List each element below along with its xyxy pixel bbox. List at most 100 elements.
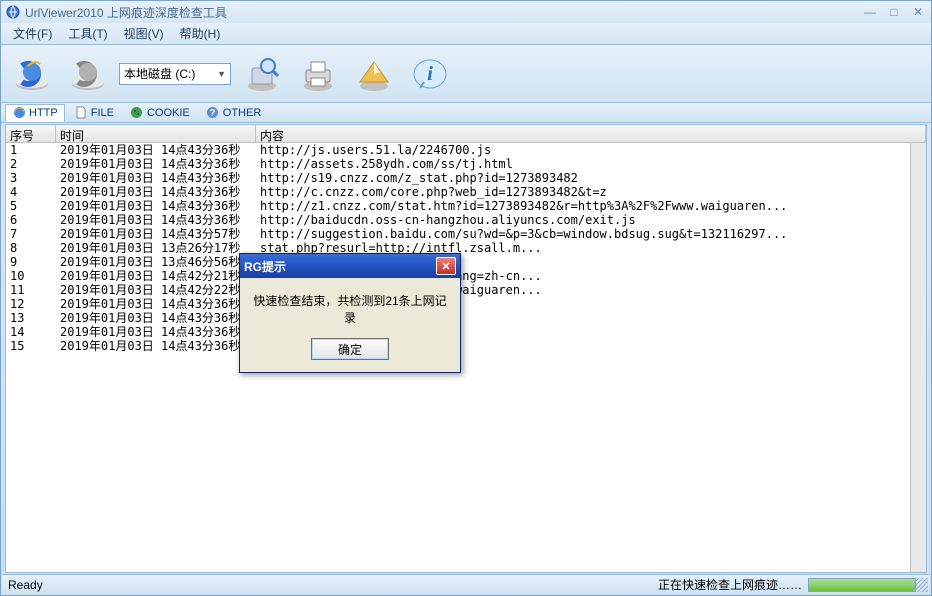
cell-time: 2019年01月03日 14点43分36秒 [56, 185, 256, 199]
col-index[interactable]: 序号 [6, 125, 56, 142]
cell-index: 13 [6, 311, 56, 325]
cell-time: 2019年01月03日 14点43分36秒 [56, 311, 256, 325]
cell-url: http://z1.cnzz.com/stat.htm?id=127389348… [256, 199, 926, 213]
cell-url: http://suggestion.baidu.com/su?wd=&p=3&c… [256, 227, 926, 241]
col-content[interactable]: 内容 [256, 125, 926, 142]
table-row[interactable]: 92019年01月03日 13点46分56秒 cab [6, 255, 926, 269]
table-row[interactable]: 102019年01月03日 14点42分21秒 1546497741330&rl… [6, 269, 926, 283]
tab-http-label: HTTP [29, 107, 58, 119]
cell-time: 2019年01月03日 14点43分36秒 [56, 213, 256, 227]
drive-select-value: 本地磁盘 (C:) [124, 65, 195, 82]
cell-index: 1 [6, 143, 56, 157]
svg-text:?: ? [210, 108, 216, 119]
maximize-button[interactable]: □ [885, 5, 903, 19]
cell-index: 11 [6, 283, 56, 297]
menubar: 文件(F) 工具(T) 视图(V) 帮助(H) [1, 23, 931, 45]
url-table: 序号 时间 内容 12019年01月03日 14点43分36秒http://js… [5, 124, 927, 573]
export-button[interactable] [349, 49, 399, 99]
table-row[interactable]: 82019年01月03日 13点26分17秒 stat.php?resurl=h… [6, 241, 926, 255]
table-row[interactable]: 42019年01月03日 14点43分36秒http://c.cnzz.com/… [6, 185, 926, 199]
table-row[interactable]: 142019年01月03日 14点43分36秒 t.js [6, 325, 926, 339]
cell-index: 2 [6, 157, 56, 171]
table-row[interactable]: 152019年01月03日 14点43分36秒 [6, 339, 926, 353]
cell-index: 8 [6, 241, 56, 255]
cell-index: 9 [6, 255, 56, 269]
scan-ie-button[interactable] [7, 49, 57, 99]
cell-index: 12 [6, 297, 56, 311]
tab-file[interactable]: FILE [67, 104, 121, 122]
progress-fill [809, 579, 915, 591]
resize-grip[interactable] [914, 578, 928, 592]
info-button[interactable]: i [405, 49, 455, 99]
drive-select[interactable]: 本地磁盘 (C:) ▼ [119, 63, 231, 85]
table-row[interactable]: 62019年01月03日 14点43分36秒http://baiducdn.os… [6, 213, 926, 227]
cell-time: 2019年01月03日 14点43分36秒 [56, 157, 256, 171]
cell-time: 2019年01月03日 14点43分36秒 [56, 143, 256, 157]
svg-text:i: i [427, 63, 433, 85]
cell-time: 2019年01月03日 14点43分36秒 [56, 297, 256, 311]
cell-index: 7 [6, 227, 56, 241]
dialog-titlebar[interactable]: RG提示 ✕ [240, 254, 460, 278]
table-row[interactable]: 112019年01月03日 14点42分22秒 3893482&r=http%3… [6, 283, 926, 297]
chevron-down-icon: ▼ [217, 69, 226, 79]
search-button[interactable] [237, 49, 287, 99]
cell-index: 3 [6, 171, 56, 185]
file-icon [74, 106, 88, 120]
dialog-title-text: RG提示 [244, 258, 286, 275]
cell-time: 2019年01月03日 13点46分56秒 [56, 255, 256, 269]
progress-bar [808, 578, 916, 592]
minimize-button[interactable]: — [861, 5, 879, 19]
status-message: 正在快速检查上网痕迹…… [658, 576, 802, 593]
menu-tools[interactable]: 工具(T) [62, 23, 113, 44]
cookie-icon [130, 106, 144, 120]
table-body: 12019年01月03日 14点43分36秒http://js.users.51… [6, 143, 926, 353]
print-button[interactable] [293, 49, 343, 99]
toolbar: 本地磁盘 (C:) ▼ i [1, 45, 931, 103]
table-row[interactable]: 32019年01月03日 14点43分36秒http://s19.cnzz.co… [6, 171, 926, 185]
table-row[interactable]: 72019年01月03日 14点43分57秒http://suggestion.… [6, 227, 926, 241]
table-header: 序号 时间 内容 [6, 125, 926, 143]
cell-index: 4 [6, 185, 56, 199]
status-right: 正在快速检查上网痕迹…… [658, 576, 930, 593]
cell-url: http://c.cnzz.com/core.php?web_id=127389… [256, 185, 926, 199]
tab-cookie-label: COOKIE [147, 107, 190, 119]
tab-cookie[interactable]: COOKIE [123, 104, 197, 122]
cell-time: 2019年01月03日 14点42分22秒 [56, 283, 256, 297]
titlebar: UrlViewer2010 上网痕迹深度检查工具 — □ ✕ [1, 1, 931, 23]
cell-url: http://js.users.51.la/2246700.js [256, 143, 926, 157]
titlebar-text: UrlViewer2010 上网痕迹深度检查工具 [25, 4, 861, 21]
tab-file-label: FILE [91, 107, 114, 119]
table-row[interactable]: 12019年01月03日 14点43分36秒http://js.users.51… [6, 143, 926, 157]
table-row[interactable]: 122019年01月03日 14点43分36秒 [6, 297, 926, 311]
cell-index: 14 [6, 325, 56, 339]
menu-view[interactable]: 视图(V) [118, 23, 170, 44]
scan-disk-button[interactable] [63, 49, 113, 99]
app-icon [5, 4, 21, 20]
close-button[interactable]: ✕ [909, 5, 927, 19]
cell-time: 2019年01月03日 14点43分36秒 [56, 339, 256, 353]
cell-url: http://assets.258ydh.com/ss/tj.html [256, 157, 926, 171]
cell-time: 2019年01月03日 14点43分36秒 [56, 199, 256, 213]
cell-time: 2019年01月03日 14点43分36秒 [56, 325, 256, 339]
dialog-message: 快速检查结束，共检测到21条上网记录 [250, 292, 450, 326]
menu-file[interactable]: 文件(F) [7, 23, 58, 44]
cell-index: 6 [6, 213, 56, 227]
menu-help[interactable]: 帮助(H) [174, 23, 227, 44]
table-row[interactable]: 132019年01月03日 14点43分36秒 [6, 311, 926, 325]
alert-dialog: RG提示 ✕ 快速检查结束，共检测到21条上网记录 确定 [239, 253, 461, 373]
tab-other-label: OTHER [223, 107, 262, 119]
cell-index: 10 [6, 269, 56, 283]
table-row[interactable]: 22019年01月03日 14点43分36秒http://assets.258y… [6, 157, 926, 171]
tab-http[interactable]: HTTP [5, 104, 65, 122]
vertical-scrollbar[interactable] [910, 143, 926, 572]
cell-time: 2019年01月03日 14点43分57秒 [56, 227, 256, 241]
dialog-body: 快速检查结束，共检测到21条上网记录 确定 [240, 278, 460, 372]
tabs-bar: HTTP FILE COOKIE ? OTHER [1, 103, 931, 123]
tab-other[interactable]: ? OTHER [199, 104, 269, 122]
dialog-close-button[interactable]: ✕ [436, 257, 456, 275]
cell-index: 5 [6, 199, 56, 213]
dialog-ok-button[interactable]: 确定 [311, 338, 389, 360]
table-row[interactable]: 52019年01月03日 14点43分36秒http://z1.cnzz.com… [6, 199, 926, 213]
col-time[interactable]: 时间 [56, 125, 256, 142]
cell-time: 2019年01月03日 13点26分17秒 [56, 241, 256, 255]
